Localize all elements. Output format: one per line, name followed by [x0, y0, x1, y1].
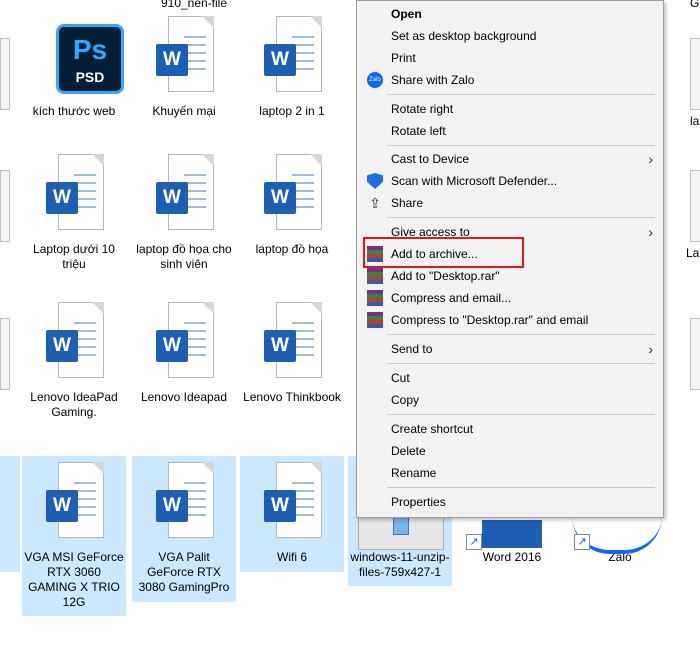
- right-edge-label-top[interactable]: G: [690, 0, 699, 11]
- winrar-icon: [367, 268, 383, 284]
- item-label: laptop đồ họa cho sinh viên: [136, 242, 232, 271]
- menu-item-rotate-left[interactable]: Rotate left: [357, 120, 663, 142]
- menu-item-cast-to-device[interactable]: Cast to Device ›: [357, 148, 663, 170]
- item-label: Lenovo IdeaPad Gaming.: [30, 390, 118, 419]
- highlight-box: [363, 237, 524, 268]
- menu-item-rotate-right[interactable]: Rotate right: [357, 98, 663, 120]
- partial-icon-left-selected[interactable]: [0, 456, 20, 572]
- partial-icon-right-2[interactable]: [690, 170, 700, 242]
- defender-icon: [367, 173, 383, 189]
- item-label: Lenovo Thinkbook: [243, 390, 341, 404]
- desktop-item-doc[interactable]: W Khuyến mại: [132, 10, 236, 119]
- item-label: kích thước web: [32, 104, 116, 118]
- menu-separator: [387, 414, 655, 415]
- word-document-icon: W: [156, 154, 216, 232]
- chevron-right-icon: ›: [648, 341, 653, 357]
- desktop-item-doc[interactable]: W laptop đồ họa cho sinh viên: [132, 148, 236, 272]
- word-document-icon: W: [156, 16, 216, 94]
- item-label: Word 2016: [482, 550, 542, 564]
- menu-separator: [387, 363, 655, 364]
- menu-separator: [387, 334, 655, 335]
- item-label: laptop đồ họa: [255, 242, 329, 256]
- partial-icon-left-1[interactable]: [0, 38, 10, 110]
- menu-separator: [387, 94, 655, 95]
- menu-separator: [387, 145, 655, 146]
- word-document-icon: W: [46, 302, 106, 380]
- word-document-icon: W: [264, 302, 324, 380]
- item-label: VGA MSI GeForce RTX 3060 GAMING X TRIO 1…: [24, 550, 124, 609]
- menu-item-add-to-desktop-rar[interactable]: Add to "Desktop.rar": [357, 265, 663, 287]
- menu-item-set-desktop-background[interactable]: Set as desktop background: [357, 25, 663, 47]
- menu-item-rename[interactable]: Rename: [357, 462, 663, 484]
- winrar-icon: [367, 312, 383, 328]
- menu-item-create-shortcut[interactable]: Create shortcut: [357, 418, 663, 440]
- desktop-item-psd[interactable]: Ps PSD kích thước web: [22, 10, 126, 119]
- item-label: VGA Palit GeForce RTX 3080 GamingPro: [138, 550, 230, 594]
- item-label: Wifi 6: [277, 550, 307, 564]
- desktop-item-doc-selected[interactable]: W VGA MSI GeForce RTX 3060 GAMING X TRIO…: [22, 456, 126, 616]
- chevron-right-icon: ›: [648, 151, 653, 167]
- desktop: 910_nen-file Ps PSD kích thước web W Khu…: [0, 0, 700, 655]
- menu-item-properties[interactable]: Properties: [357, 491, 663, 513]
- item-label: laptop 2 in 1: [259, 104, 325, 118]
- item-label: Laptop dưới 10 triệu: [33, 242, 115, 271]
- shortcut-arrow-icon: ↗: [574, 534, 590, 550]
- menu-item-cut[interactable]: Cut: [357, 367, 663, 389]
- menu-item-print[interactable]: Print: [357, 47, 663, 69]
- desktop-item-doc[interactable]: W Lenovo Thinkbook: [240, 296, 344, 405]
- menu-item-compress-to-rar-and-email[interactable]: Compress to "Desktop.rar" and email: [357, 309, 663, 331]
- right-edge-label-1[interactable]: la: [690, 114, 699, 129]
- desktop-item-doc[interactable]: W laptop đồ họa: [240, 148, 344, 257]
- desktop-item-doc[interactable]: W Lenovo Ideapad: [132, 296, 236, 405]
- desktop-item-doc[interactable]: W Laptop dưới 10 triệu: [22, 148, 126, 272]
- desktop-item-doc-selected[interactable]: W Wifi 6: [240, 456, 344, 572]
- winrar-icon: [367, 290, 383, 306]
- partial-icon-left-2[interactable]: [0, 170, 10, 242]
- word-document-icon: W: [264, 16, 324, 94]
- word-document-icon: W: [156, 462, 216, 540]
- menu-item-scan-defender[interactable]: Scan with Microsoft Defender...: [357, 170, 663, 192]
- partial-icon-right-3[interactable]: [690, 318, 700, 390]
- item-label: windows-11-unzip-files-759x427-1: [350, 550, 450, 579]
- zalo-icon: Zalo: [367, 72, 383, 88]
- shortcut-arrow-icon: ↗: [466, 534, 482, 550]
- item-label: Lenovo Ideapad: [140, 390, 228, 404]
- menu-separator: [387, 487, 655, 488]
- word-document-icon: W: [46, 462, 106, 540]
- right-edge-label-2[interactable]: La: [686, 246, 699, 261]
- menu-item-share-with-zalo[interactable]: Zalo Share with Zalo: [357, 69, 663, 91]
- menu-item-share[interactable]: ⇪ Share: [357, 192, 663, 214]
- partial-icon-right-1[interactable]: [690, 38, 700, 110]
- menu-item-copy[interactable]: Copy: [357, 389, 663, 411]
- word-app-icon: [482, 520, 542, 548]
- menu-item-open[interactable]: Open: [357, 3, 663, 25]
- word-document-icon: W: [46, 154, 106, 232]
- desktop-item-doc[interactable]: W laptop 2 in 1: [240, 10, 344, 119]
- word-document-icon: W: [264, 462, 324, 540]
- desktop-item-doc[interactable]: W Lenovo IdeaPad Gaming.: [22, 296, 126, 420]
- item-label: Khuyến mại: [152, 104, 216, 118]
- desktop-item-doc-selected[interactable]: W VGA Palit GeForce RTX 3080 GamingPro: [132, 456, 236, 602]
- partial-icon-left-3[interactable]: [0, 318, 10, 390]
- menu-item-send-to[interactable]: Send to ›: [357, 338, 663, 360]
- menu-item-compress-and-email[interactable]: Compress and email...: [357, 287, 663, 309]
- chevron-right-icon: ›: [648, 224, 653, 240]
- word-document-icon: W: [264, 154, 324, 232]
- menu-separator: [387, 217, 655, 218]
- menu-item-delete[interactable]: Delete: [357, 440, 663, 462]
- photoshop-icon: Ps PSD: [56, 24, 124, 94]
- share-icon: ⇪: [369, 195, 381, 211]
- word-document-icon: W: [156, 302, 216, 380]
